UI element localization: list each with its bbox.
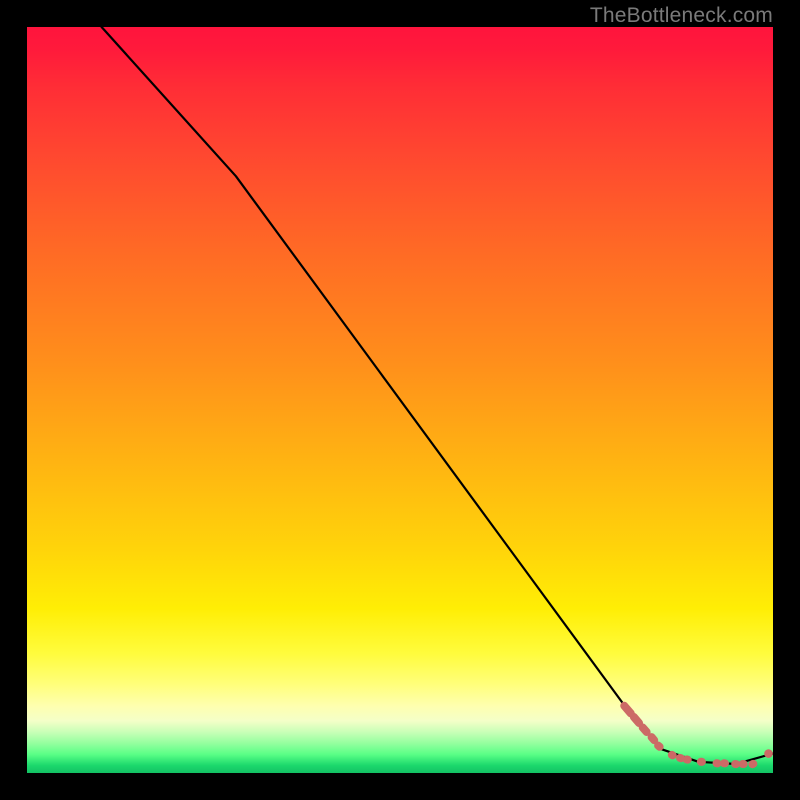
chart-overlay: [27, 27, 773, 773]
bottleneck-curve-line: [102, 27, 773, 764]
data-point: [764, 749, 773, 758]
chart-frame: TheBottleneck.com: [0, 0, 800, 800]
watermark-label: TheBottleneck.com: [590, 4, 773, 28]
data-point: [696, 757, 706, 766]
data-point: [739, 760, 748, 768]
data-point: [720, 759, 729, 767]
